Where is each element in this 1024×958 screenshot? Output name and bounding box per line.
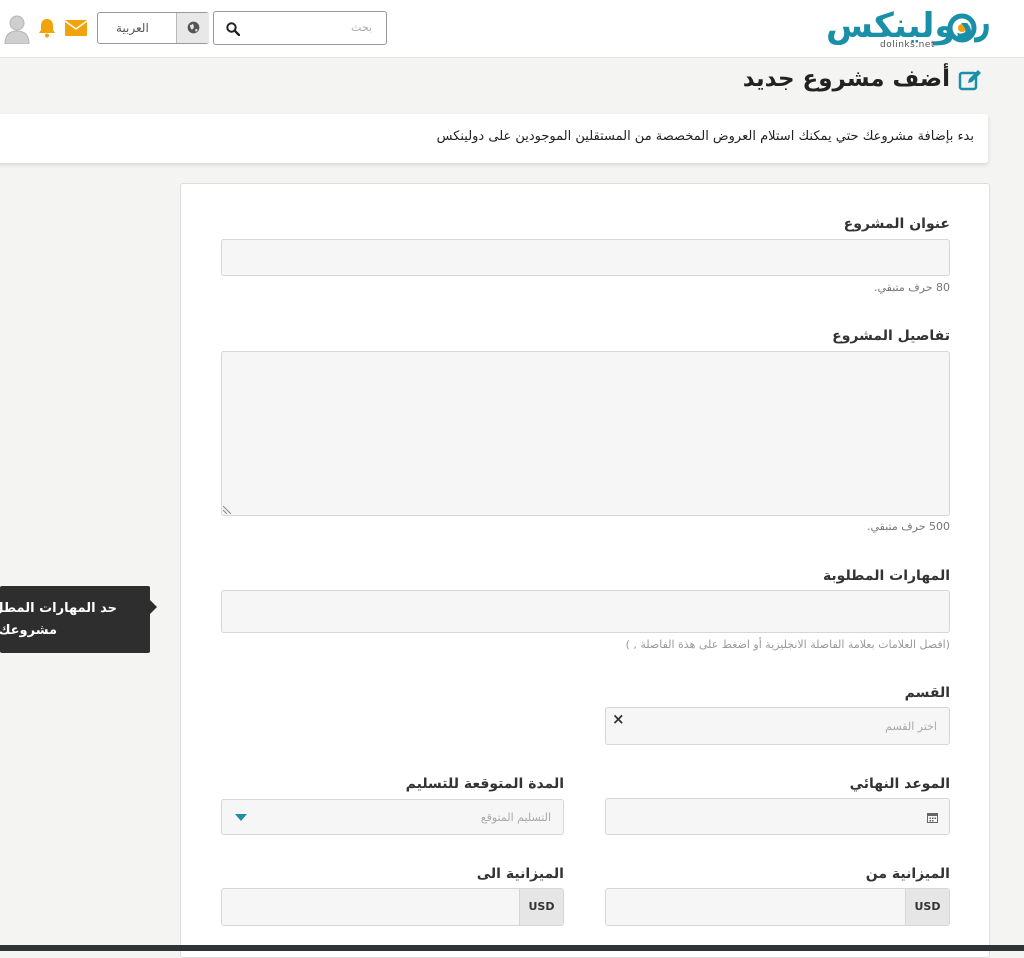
calendar-icon[interactable] <box>927 812 938 823</box>
budget-from-label: الميزانية من <box>865 866 950 882</box>
dropdown-arrow-icon[interactable] <box>235 814 247 822</box>
resize-handle-icon[interactable] <box>223 504 233 514</box>
logo[interactable]: دولينكس dolinks.net <box>826 6 996 56</box>
delivery-select[interactable]: التسليم المتوقع <box>221 799 564 835</box>
project-details-textarea[interactable] <box>221 351 950 516</box>
envelope-icon[interactable] <box>64 20 88 36</box>
bottom-bar <box>0 945 1024 951</box>
category-select[interactable]: × اختر القسم <box>605 707 950 745</box>
budget-to-currency: USD <box>519 889 563 925</box>
top-header: العربية بحث دولينكس dolinks.net <box>0 0 1024 58</box>
budget-from-input[interactable]: USD <box>605 888 950 926</box>
budget-from-currency: USD <box>905 889 949 925</box>
skills-input[interactable] <box>221 590 950 633</box>
search-box[interactable]: بحث <box>213 11 387 45</box>
project-title-label: عنوان المشروع <box>843 216 950 232</box>
skills-tooltip: حد المهارات المطل مشروعك <box>0 586 150 653</box>
budget-to-label: الميزانية الى <box>476 866 564 882</box>
search-icon[interactable] <box>226 22 240 36</box>
deadline-input[interactable] <box>605 798 950 835</box>
tooltip-line-1: حد المهارات المطل <box>0 601 117 616</box>
skills-label: المهارات المطلوبة <box>822 568 950 584</box>
project-title-hint: 80 حرف متبقي. <box>873 281 950 294</box>
skills-hint: (افصل العلامات بعلامة الفاصلة الانجليزية… <box>625 638 950 651</box>
intro-banner: بدء بإضافة مشروعك حتي يمكنك استلام العرو… <box>0 114 988 163</box>
search-input[interactable]: بحث <box>351 21 372 34</box>
bell-icon[interactable] <box>38 18 56 38</box>
category-label: القسم <box>904 685 950 701</box>
tooltip-line-2: مشروعك <box>0 623 57 638</box>
deadline-label: الموعد النهائي <box>849 776 950 792</box>
project-title-input[interactable] <box>221 239 950 276</box>
delivery-label: المدة المتوقعة للتسليم <box>405 776 564 792</box>
delivery-placeholder: التسليم المتوقع <box>480 811 551 824</box>
logo-subtext: dolinks.net <box>880 40 935 50</box>
language-switch[interactable]: العربية <box>97 12 209 44</box>
user-icon[interactable] <box>4 14 30 45</box>
project-details-hint: 500 حرف متبقي. <box>866 520 950 533</box>
page-title-row: أضف مشروع جديد <box>700 62 990 98</box>
category-placeholder: اختر القسم <box>885 720 937 733</box>
intro-text: بدء بإضافة مشروعك حتي يمكنك استلام العرو… <box>436 129 974 144</box>
budget-to-input[interactable]: USD <box>221 888 564 926</box>
language-label: العربية <box>116 21 149 35</box>
edit-icon <box>958 70 981 91</box>
globe-icon <box>187 21 200 34</box>
globe-button <box>176 13 209 43</box>
category-clear-button[interactable]: × <box>612 710 625 728</box>
page-title: أضف مشروع جديد <box>742 66 950 92</box>
project-details-label: تفاصيل المشروع <box>832 328 950 344</box>
tooltip-arrow <box>150 600 157 614</box>
